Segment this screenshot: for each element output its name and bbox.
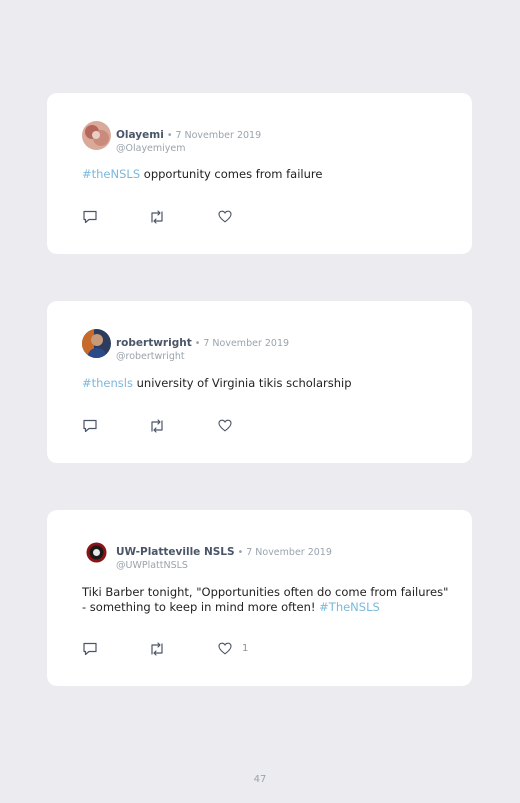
tweet-card: Olayemi • 7 November 2019 @Olayemiyem #t…	[47, 93, 472, 254]
tweet-date: • 7 November 2019	[234, 547, 332, 558]
tweet-text: #theNSLS opportunity comes from failure	[82, 167, 452, 182]
retweet-icon	[151, 642, 163, 656]
retweet-button[interactable]	[149, 210, 165, 224]
tweet-date: • 7 November 2019	[163, 130, 262, 141]
tweet-text: #thensls university of Virginia tikis sc…	[82, 376, 452, 391]
author-handle[interactable]: @robertwright	[116, 351, 289, 362]
reply-button[interactable]	[82, 210, 98, 224]
retweet-button[interactable]	[149, 419, 165, 433]
tweet-text-content: Tiki Barber tonight, "Opportunities ofte…	[82, 585, 449, 614]
page-number: 47	[253, 774, 267, 785]
heart-icon	[218, 419, 232, 432]
tweet-card: UW-Platteville NSLS • 7 November 2019 @U…	[47, 510, 472, 686]
like-button[interactable]	[218, 419, 242, 432]
avatar[interactable]	[82, 121, 111, 150]
like-count: 1	[242, 643, 249, 654]
author-name[interactable]: robertwright	[116, 337, 192, 349]
tweet-text-content: university of Virginia tikis scholarship	[132, 376, 352, 390]
retweet-icon	[151, 210, 163, 224]
heart-icon	[218, 210, 232, 223]
author-handle[interactable]: @UWPlattNSLS	[116, 560, 332, 571]
tweet-text-content: opportunity comes from failure	[140, 167, 323, 181]
avatar[interactable]	[82, 329, 111, 358]
author-name[interactable]: Olayemi	[116, 129, 164, 141]
reply-button[interactable]	[82, 419, 98, 433]
like-button[interactable]	[218, 210, 242, 223]
hashtag-link[interactable]: #TheNSLS	[319, 600, 380, 614]
tweet-date: • 7 November 2019	[191, 338, 290, 349]
retweet-button[interactable]	[149, 642, 165, 656]
avatar[interactable]	[82, 538, 111, 567]
reply-button[interactable]	[82, 642, 98, 656]
retweet-icon	[151, 419, 163, 433]
hashtag-link[interactable]: #theNSLS	[82, 167, 140, 181]
author-handle[interactable]: @Olayemiyem	[116, 143, 261, 154]
author-name[interactable]: UW-Platteville NSLS	[116, 546, 235, 558]
tweet-text: Tiki Barber tonight, "Opportunities ofte…	[82, 585, 452, 615]
heart-icon	[218, 642, 232, 655]
tweet-card: robertwright • 7 November 2019 @robertwr…	[47, 301, 472, 463]
reply-icon	[83, 642, 97, 656]
reply-icon	[83, 419, 97, 433]
reply-icon	[83, 210, 97, 224]
hashtag-link[interactable]: #thensls	[82, 376, 133, 390]
like-button[interactable]: 1	[218, 642, 248, 655]
